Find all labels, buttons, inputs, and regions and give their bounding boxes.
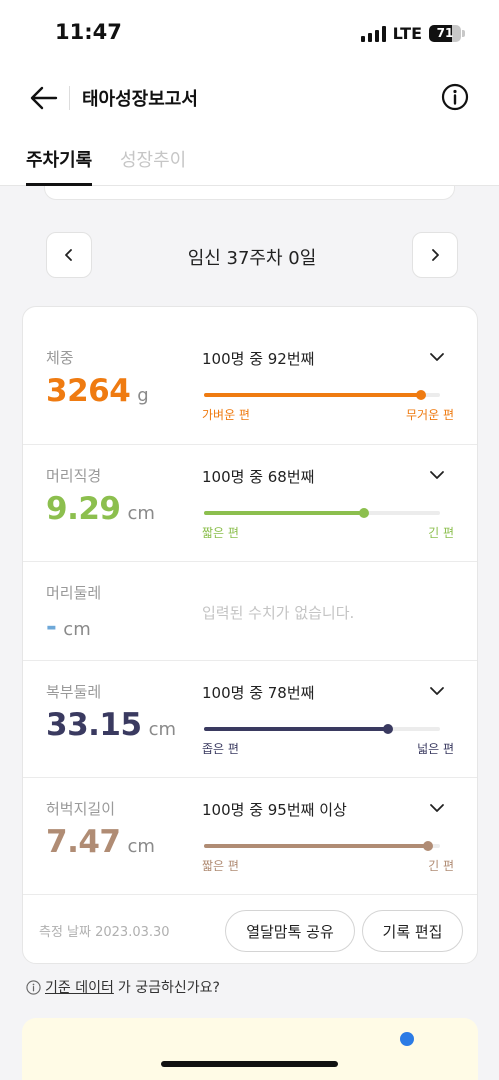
back-button[interactable] — [26, 80, 62, 116]
info-icon — [441, 83, 469, 111]
value-number: 33.15 — [46, 707, 142, 743]
measurement-label: 머리둘레 — [46, 584, 102, 602]
measurement-row-weight: 체중 3264 g 100명 중 92번째 가벼운 편 무거운 편 — [23, 307, 477, 445]
info-button[interactable] — [441, 83, 469, 111]
measurement-label: 체중 — [46, 349, 74, 367]
signal-icon — [360, 25, 386, 42]
previous-card-edge — [44, 186, 455, 200]
measurement-row-head-circumference: 머리둘레 - cm 입력된 수치가 없습니다. — [23, 562, 477, 661]
tab-weekly-record[interactable]: 주차기록 — [26, 146, 93, 186]
value-number: 7.47 — [46, 824, 121, 860]
app-header: 태아성장보고서 — [0, 66, 499, 130]
value-unit: cm — [127, 503, 155, 524]
info-icon — [26, 979, 41, 995]
next-week-button[interactable] — [412, 232, 458, 278]
chevron-right-icon — [432, 249, 439, 261]
edit-record-button[interactable]: 기록 편집 — [362, 910, 463, 952]
card-footer: 측정 날짜 2023.03.30 열달맘톡 공유 기록 편집 — [23, 895, 477, 963]
status-bar: 11:47 LTE 71 — [0, 0, 499, 66]
value-number: 9.29 — [46, 491, 121, 527]
value-number: - — [46, 612, 57, 642]
reference-data-help: 기준 데이터 가 궁금하신가요? — [26, 977, 220, 997]
chevron-down-icon[interactable] — [428, 466, 446, 484]
measurement-row-head-diameter: 머리직경 9.29 cm 100명 중 68번째 짧은 편 긴 편 — [23, 445, 477, 562]
measurement-value: 7.47 cm — [46, 824, 155, 860]
measurement-value: 3264 g — [46, 373, 149, 409]
week-navigator: 임신 37주차 0일 — [46, 232, 458, 278]
percentile-bar — [204, 390, 440, 400]
percentile-marker — [359, 508, 370, 518]
percentile-bar-fill — [204, 393, 422, 397]
bar-high-label: 넓은 편 — [417, 742, 454, 756]
bar-low-label: 가벼운 편 — [202, 408, 250, 422]
measurement-card: 체중 3264 g 100명 중 92번째 가벼운 편 무거운 편 머리직경 9… — [22, 306, 478, 964]
percentile-bar-fill — [204, 511, 365, 515]
percentile-bar — [204, 841, 440, 851]
page-title: 태아성장보고서 — [82, 89, 198, 110]
battery-level: 71 — [436, 26, 454, 40]
bar-low-label: 좁은 편 — [202, 742, 239, 756]
banner-badge-icon — [400, 1032, 414, 1046]
measure-date: 측정 날짜 2023.03.30 — [39, 925, 170, 940]
percentile-marker — [423, 841, 434, 851]
measurement-label: 머리직경 — [46, 467, 102, 485]
chevron-down-icon[interactable] — [428, 682, 446, 700]
percentile-bar — [204, 724, 440, 734]
value-unit: g — [137, 385, 149, 406]
tab-growth-trend[interactable]: 성장추이 — [120, 146, 186, 172]
battery-icon: 71 — [429, 25, 461, 42]
percentile-marker — [416, 390, 427, 400]
measurement-label: 허벅지길이 — [46, 800, 116, 818]
percentile-marker — [383, 724, 394, 734]
network-type: LTE — [392, 24, 422, 43]
bar-high-label: 긴 편 — [428, 526, 454, 540]
percentile-rank: 100명 중 78번째 — [202, 684, 315, 702]
reference-data-link[interactable]: 기준 데이터 — [45, 977, 114, 997]
home-indicator[interactable] — [161, 1061, 338, 1067]
banner-card[interactable] — [22, 1018, 478, 1080]
measurement-label: 복부둘레 — [46, 683, 102, 701]
status-time: 11:47 — [55, 20, 122, 44]
arrow-left-icon — [30, 86, 58, 110]
header-divider — [69, 86, 70, 110]
empty-value-message: 입력된 수치가 없습니다. — [202, 604, 355, 622]
status-indicators: LTE 71 — [360, 24, 465, 43]
value-unit: cm — [127, 836, 155, 857]
value-unit: cm — [63, 619, 91, 640]
week-label: 임신 37주차 0일 — [187, 248, 317, 269]
share-button[interactable]: 열달맘톡 공유 — [225, 910, 355, 952]
value-unit: cm — [148, 719, 176, 740]
percentile-bar-fill — [204, 727, 389, 731]
bar-high-label: 긴 편 — [428, 859, 454, 873]
chevron-down-icon[interactable] — [428, 348, 446, 366]
percentile-bar — [204, 508, 440, 518]
battery-cap — [462, 30, 465, 37]
measurement-value: - cm — [46, 612, 91, 642]
measurement-row-abdominal-circumference: 복부둘레 33.15 cm 100명 중 78번째 좁은 편 넓은 편 — [23, 661, 477, 778]
measurement-row-femur-length: 허벅지길이 7.47 cm 100명 중 95번째 이상 짧은 편 긴 편 — [23, 778, 477, 895]
bar-low-label: 짧은 편 — [202, 859, 239, 873]
chevron-down-icon[interactable] — [428, 799, 446, 817]
percentile-bar-fill — [204, 844, 429, 848]
bar-low-label: 짧은 편 — [202, 526, 239, 540]
measurement-value: 33.15 cm — [46, 707, 176, 743]
percentile-rank: 100명 중 95번째 이상 — [202, 801, 347, 819]
percentile-rank: 100명 중 92번째 — [202, 350, 315, 368]
measurement-value: 9.29 cm — [46, 491, 155, 527]
help-text: 가 궁금하신가요? — [117, 980, 220, 996]
percentile-rank: 100명 중 68번째 — [202, 468, 315, 486]
value-number: 3264 — [46, 373, 131, 409]
tab-bar: 주차기록 성장추이 — [0, 130, 499, 186]
bar-high-label: 무거운 편 — [406, 408, 454, 422]
